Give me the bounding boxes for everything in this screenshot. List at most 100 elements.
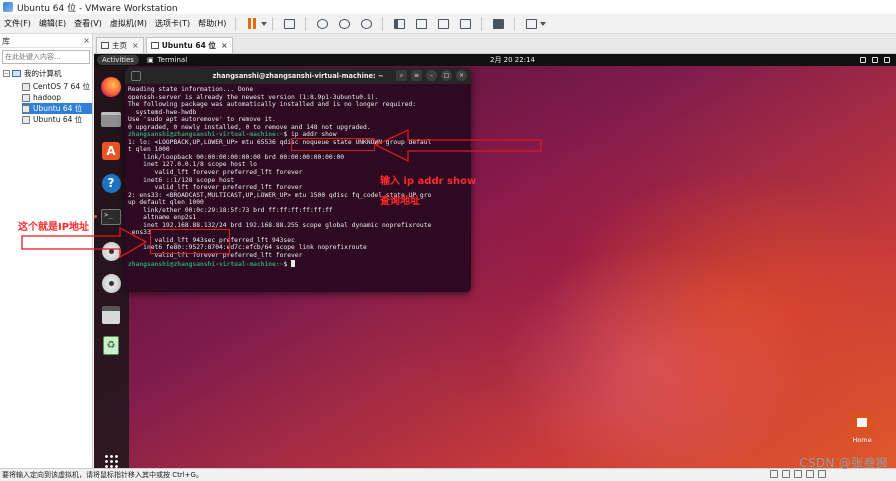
hard-disk-icon[interactable] (770, 470, 778, 478)
terminal-text: altname enp2s1 (128, 214, 197, 222)
firefox-icon[interactable] (99, 76, 123, 98)
terminal-text: The following package was automatically … (128, 101, 417, 109)
library-search-input[interactable]: 在此处键入内容... (2, 50, 90, 64)
save-icon[interactable] (99, 304, 123, 326)
toolbar-divider (382, 16, 384, 31)
tree-item-ubuntu-selected[interactable]: Ubuntu 64 位 (22, 103, 92, 114)
tree-root-my-computer[interactable]: − 我的计算机 (3, 68, 92, 79)
tab-ubuntu[interactable]: Ubuntu 64 位 × (145, 37, 233, 53)
vm-icon (150, 42, 159, 49)
usb-icon[interactable] (806, 470, 814, 478)
vm-icon (22, 93, 30, 102)
menu-help[interactable]: 帮助(H) (194, 18, 230, 29)
terminal-text: t qlen 1000 (128, 146, 170, 154)
clock[interactable]: 2月 20 22:14 (490, 54, 535, 66)
terminal-app-icon: ▣ (146, 56, 154, 64)
menu-icon[interactable]: ≡ (411, 70, 422, 81)
menu-edit[interactable]: 编辑(E) (35, 18, 70, 29)
terminal-text: up default qlen 1000 (128, 199, 204, 207)
close-icon[interactable]: × (221, 41, 228, 50)
terminal-text: 0 upgraded, 0 newly installed, 0 to remo… (128, 123, 371, 131)
new-tab-icon[interactable] (131, 71, 141, 81)
prompt: zhangsanshi@zhangsanshi-virtual-machine:… (128, 260, 284, 268)
app-grid-icon[interactable] (104, 454, 118, 468)
fullscreen-icon[interactable] (436, 17, 450, 31)
desktop-home-folder[interactable]: Home (846, 412, 878, 444)
terminal-line: Use 'sudo apt autoremove' to remove it. (128, 116, 468, 124)
desktop-home-label: Home (852, 436, 872, 444)
system-tray[interactable] (860, 54, 890, 66)
terminal-text: Use 'sudo apt autoremove' to remove it. (128, 116, 276, 124)
vm-icon (22, 115, 30, 124)
disc-icon[interactable] (99, 240, 123, 262)
library-panel: 库 × 在此处键入内容... − 我的计算机 CentOS 7 64 位 had… (0, 34, 93, 468)
tree-item-ubuntu[interactable]: Ubuntu 64 位 (22, 114, 92, 125)
disc-icon[interactable] (99, 272, 123, 294)
terminal-text: inet 192.168.88.132/24 brd 192.168.88.25… (128, 221, 432, 229)
menu-file[interactable]: 文件(F) (0, 18, 35, 29)
unity-icon[interactable] (458, 17, 472, 31)
trash-icon[interactable]: ♻ (99, 334, 123, 356)
help-icon[interactable]: ? (99, 172, 123, 194)
csdn-watermark: CSDN @张叁狮 (799, 456, 888, 470)
network-icon (860, 57, 866, 63)
terminal-header: zhangsanshi@zhangsanshi-virtual-machine:… (125, 68, 471, 84)
home-icon (101, 42, 109, 49)
close-icon[interactable]: × (132, 41, 139, 50)
terminal-text: inet6 ::1/128 scope host (128, 176, 235, 184)
tab-home[interactable]: 主页 × (96, 37, 144, 53)
toolbar-divider (305, 16, 307, 31)
close-icon[interactable]: × (456, 70, 467, 81)
chevron-down-icon[interactable] (540, 21, 547, 26)
tree-item-label: Ubuntu 64 位 (33, 115, 83, 124)
close-icon[interactable]: × (83, 36, 90, 45)
terminal-text: ens33 (128, 229, 151, 237)
menu-view[interactable]: 查看(V) (70, 18, 106, 29)
collapse-icon[interactable]: − (3, 70, 10, 77)
menu-toolbar: 文件(F) 编辑(E) 查看(V) 虚拟机(M) 选项卡(T) 帮助(H) (0, 14, 896, 34)
terminal-line: Reading state information... Done (128, 86, 468, 94)
toolbar-divider (235, 16, 237, 31)
stretch-icon[interactable] (524, 17, 538, 31)
terminal-line: link/loopback 00:00:00:00:00:00 brd 00:0… (128, 154, 468, 162)
chevron-down-icon[interactable] (261, 21, 268, 26)
send-keys-icon[interactable] (282, 17, 296, 31)
ubuntu-dock: A ? >_ ♻ (94, 66, 129, 468)
terminal-line: zhangsanshi@zhangsanshi-virtual-machine:… (128, 259, 468, 269)
tab-label: 主页 (112, 41, 127, 50)
tree-item-label: CentOS 7 64 位 (32, 82, 90, 91)
snapshot-manager-icon[interactable] (359, 17, 373, 31)
guest-screen[interactable]: Activities ▣ Terminal 2月 20 22:14 A ? >_… (94, 54, 896, 468)
network-adapter-icon[interactable] (794, 470, 802, 478)
toolbar-divider (272, 16, 274, 31)
terminal-text: Reading state information... Done (128, 86, 254, 93)
pause-icon[interactable] (245, 17, 259, 31)
terminal-dock-icon[interactable]: >_ (94, 206, 123, 228)
cd-drive-icon[interactable] (782, 470, 790, 478)
sound-icon[interactable] (818, 470, 826, 478)
window-titlebar: Ubuntu 64 位 - VMware Workstation (0, 0, 896, 14)
terminal-title: zhangsanshi@zhangsanshi-virtual-machine:… (212, 72, 384, 80)
terminal-controls: ⌕ ≡ – □ × (396, 70, 467, 81)
tree-item-hadoop[interactable]: hadoop (22, 92, 92, 103)
ip-annotation: 这个就是IP地址 (18, 222, 90, 233)
tab-label: Ubuntu 64 位 (161, 41, 216, 50)
active-app-name[interactable]: Terminal (158, 56, 188, 64)
terminal-text: inet 127.0.0.1/8 scope host lo (128, 161, 257, 169)
software-icon[interactable]: A (99, 140, 123, 162)
revert-snapshot-icon[interactable] (337, 17, 351, 31)
snapshot-icon[interactable] (315, 17, 329, 31)
search-icon[interactable]: ⌕ (396, 70, 407, 81)
maximize-icon[interactable]: □ (441, 70, 452, 81)
sidebar-toggle-icon[interactable] (392, 17, 406, 31)
terminal-line: altname enp2s1 (128, 214, 468, 222)
menu-vm[interactable]: 虚拟机(M) (106, 18, 151, 29)
single-window-icon[interactable] (414, 17, 428, 31)
activities-button[interactable]: Activities (97, 55, 139, 65)
minimize-icon[interactable]: – (426, 70, 437, 81)
menu-tabs[interactable]: 选项卡(T) (151, 18, 194, 29)
console-icon[interactable] (491, 17, 505, 31)
tree-item-centos[interactable]: CentOS 7 64 位 (22, 81, 92, 92)
files-icon[interactable] (99, 108, 123, 130)
terminal-text: valid_lft forever preferred_lft forever (128, 184, 303, 192)
